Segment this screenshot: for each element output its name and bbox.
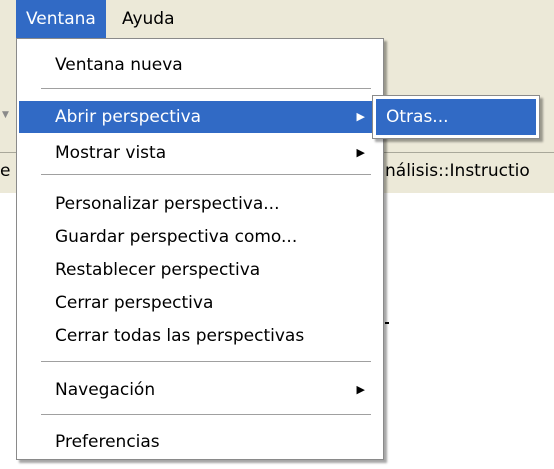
menu-item-label: Restablecer perspectiva [55,260,261,280]
menu-item-mostrar-vista[interactable]: Mostrar vista ▶ [19,137,381,169]
menu-separator [41,414,371,416]
menu-item-label: Navegación [55,380,156,400]
menu-ayuda[interactable]: Ayuda [112,0,185,38]
menu-separator [41,88,371,90]
menu-separator [41,174,371,176]
menu-item-label: Cerrar perspectiva [55,293,214,313]
menu-item-label: Personalizar perspectiva... [55,194,280,214]
menu-item-label: Cerrar todas las perspectivas [55,326,305,346]
menu-item-ventana-nueva[interactable]: Ventana nueva [19,49,381,81]
menu-item-guardar-perspectiva[interactable]: Guardar perspectiva como... [19,221,381,253]
toolbar-arrow-icon: ▼ [2,110,9,120]
editor-mark [385,322,389,324]
menu-item-cerrar-todas[interactable]: Cerrar todas las perspectivas [19,320,381,352]
menu-bar: Ventana Ayuda [0,0,554,40]
menu-item-restablecer-perspectiva[interactable]: Restablecer perspectiva [19,254,381,286]
menu-ventana[interactable]: Ventana [16,0,106,38]
menu-item-label: Abrir perspectiva [55,107,202,127]
background-tab-title[interactable]: nálisis::Instructio [385,161,530,181]
menu-item-personalizar-perspectiva[interactable]: Personalizar perspectiva... [19,188,381,220]
menu-item-label: Ventana nueva [55,55,183,75]
menu-item-preferencias[interactable]: Preferencias [19,426,381,458]
menu-item-label: Preferencias [55,432,160,452]
submenu-arrow-icon: ▶ [356,383,365,396]
submenu-arrow-icon: ▶ [356,146,365,159]
background-tab-fragment: e [0,161,11,181]
menu-item-label: Mostrar vista [55,143,167,163]
abrir-perspectiva-submenu: Otras... [372,95,540,139]
ventana-menu: Ventana nueva Abrir perspectiva ▶ Mostra… [16,38,384,460]
menu-item-abrir-perspectiva[interactable]: Abrir perspectiva ▶ [19,101,381,133]
submenu-arrow-icon: ▶ [356,110,365,123]
submenu-item-otras[interactable]: Otras... [376,99,536,135]
menu-item-cerrar-perspectiva[interactable]: Cerrar perspectiva [19,287,381,319]
menu-item-label: Guardar perspectiva como... [55,227,298,247]
menu-item-navegacion[interactable]: Navegación ▶ [19,374,381,406]
menu-separator [41,361,371,363]
